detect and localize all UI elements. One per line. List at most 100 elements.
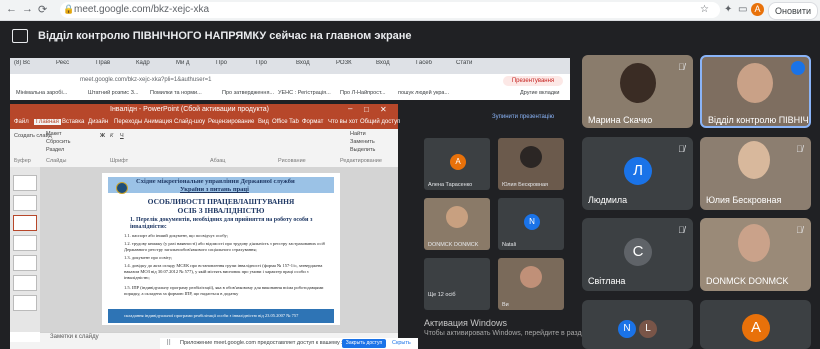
slide-text-line: 1.3. документ про освіту; <box>124 255 173 260</box>
participant-name: DONMCK DONMCK <box>706 276 789 286</box>
shared-tab: Ми д <box>176 60 190 66</box>
ppt-tab[interactable]: Формат <box>302 119 323 125</box>
ppt-tab[interactable]: Слайд-шоу <box>174 119 205 125</box>
star-icon[interactable]: ☆ <box>700 4 709 15</box>
hide-button[interactable]: Скрыть <box>392 340 411 346</box>
slide-thumbnail[interactable] <box>13 195 37 211</box>
slide-thumbnail-active[interactable] <box>13 215 37 231</box>
update-button[interactable]: Оновити <box>768 2 818 20</box>
shared-tile: Юлия Бескровная <box>498 138 564 190</box>
shared-presenting-badge: Презентування <box>503 76 563 86</box>
shared-tile: А Алена Тарасенко <box>424 138 490 190</box>
underline-icon[interactable]: Ч <box>120 133 124 139</box>
slide-title-line1: ОСОБЛИВОСТІ ПРАЦЕВЛАШТУВАННЯ <box>147 197 295 206</box>
font-group: Шрифт <box>110 158 129 164</box>
sharing-notice: Приложение meet.google.com предоставляет… <box>180 340 360 346</box>
ppt-share[interactable]: Общий доступ <box>360 119 400 125</box>
mic-off-icon: 🎙̸ <box>678 225 685 235</box>
drawing-group: Рисование <box>278 158 306 164</box>
participant-video <box>620 63 656 103</box>
participant-tile[interactable]: Юлия Бескровная 🎙̸ <box>700 137 811 210</box>
slide-text-line: 1.4. довідку до акта огляду МСЕК про вст… <box>124 263 323 280</box>
shared-tile-name: Алена Тарасенко <box>428 182 473 188</box>
participant-name: Марина Скачко <box>588 115 653 125</box>
participant-tile[interactable]: DONMCK DONMCK 🎙̸ <box>700 218 811 291</box>
participant-video <box>738 141 770 179</box>
powerpoint-window: Інвалідн - PowerPoint (Сбой активации пр… <box>10 104 400 349</box>
shared-tab: Про <box>216 60 227 66</box>
ppt-tell-me[interactable]: Что вы хотите сделать? <box>328 119 358 125</box>
slide-text-line: 1.1. паспорт або інший документ, що посв… <box>124 233 228 238</box>
ppt-tab[interactable]: Вид <box>258 119 269 125</box>
bookmark: Про затвердження... <box>222 90 275 96</box>
forward-icon[interactable]: → <box>22 3 33 15</box>
shared-tile: Ви <box>498 258 564 310</box>
ppt-tab[interactable]: Файл <box>14 119 29 125</box>
shared-tab: Реєс <box>56 60 70 66</box>
address-bar[interactable]: 🔒 meet.google.com/bkz-xejc-xka <box>60 2 720 18</box>
shared-tile-name: DONMCK DONMCK <box>428 242 479 248</box>
shared-stop-presenting: Зупинити презентацію <box>492 114 555 120</box>
ppt-tab[interactable]: Рецензирование <box>208 119 254 125</box>
participant-tile[interactable]: Л Людмила 🎙̸ <box>582 137 693 210</box>
participant-tile[interactable]: С Світлана 🎙̸ <box>582 218 693 291</box>
shared-tile: DONMCK DONMCK <box>424 198 490 250</box>
ppt-tab[interactable]: Вставка <box>62 119 84 125</box>
bookmark: УЕНС : Регістрація... <box>278 90 331 96</box>
ppt-tab[interactable]: Переходы <box>114 119 142 125</box>
bold-icon[interactable]: Ж <box>100 133 105 139</box>
minimize-icon[interactable]: – <box>348 104 352 113</box>
slide-thumbnail[interactable] <box>13 275 37 291</box>
shared-url: meet.google.com/bkz-xejc-xka?pli=1&authu… <box>80 77 212 83</box>
stop-sharing-button[interactable]: Закрыть доступ <box>342 339 386 348</box>
italic-icon[interactable]: К <box>110 133 113 139</box>
extensions-icon[interactable]: ✦ <box>724 4 732 15</box>
slide-thumbnail[interactable] <box>13 235 37 251</box>
replace-button[interactable]: Заменить <box>350 139 375 145</box>
slide-thumbnail[interactable] <box>13 295 37 311</box>
select-button[interactable]: Выделить <box>350 147 375 153</box>
maximize-icon[interactable]: □ <box>364 105 369 114</box>
participant-tile[interactable]: Марина Скачко 🎙̸ <box>582 55 693 128</box>
layout-button[interactable]: Макет <box>46 131 62 137</box>
shared-browser-tabs: (8) Вс Реєс Прав Кадр Ми д Про Про Вход … <box>10 58 570 74</box>
slides-group: Слайды <box>46 158 67 164</box>
ppt-tab[interactable]: Office Tab <box>272 119 299 125</box>
sidebar-icon[interactable]: ▭ <box>738 4 747 15</box>
slide-text-line: 1.5. ІПР (індивідуальну програму реабілі… <box>124 285 324 296</box>
bookmark: Другие вкладки <box>520 90 560 96</box>
participant-avatar: С <box>624 238 652 266</box>
participant-tile[interactable]: А <box>700 300 811 349</box>
ppt-tab[interactable]: Дизайн <box>88 119 108 125</box>
ppt-ribbon-tabs: Файл Главная Вставка Дизайн Переходы Ани… <box>10 118 400 129</box>
close-icon[interactable]: ✕ <box>380 105 387 114</box>
mic-off-icon: 🎙̸ <box>796 144 803 154</box>
find-button[interactable]: Найти <box>350 131 366 137</box>
url-text: meet.google.com/bkz-xejc-xka <box>74 4 210 15</box>
participant-tile-group[interactable]: N L <box>582 300 693 349</box>
participant-tile-active[interactable]: Відділ контролю ПІВНІЧ... <box>700 55 811 128</box>
bookmark: Про Л-Найпрост... <box>340 90 386 96</box>
ppt-tab-active[interactable]: Главная <box>34 119 61 125</box>
slide-thumbnail[interactable] <box>13 255 37 271</box>
slide-text-line: складання індивідуальної програми реабіл… <box>124 313 299 318</box>
drag-handle-icon[interactable]: ⠿ <box>166 339 171 347</box>
reload-icon[interactable]: ⟳ <box>38 3 47 16</box>
section-button[interactable]: Раздел <box>46 147 64 153</box>
slide-thumbnail[interactable] <box>13 175 37 191</box>
slide[interactable]: Східне міжрегіональне управління Державн… <box>102 173 340 325</box>
reset-button[interactable]: Сбросить <box>46 139 70 145</box>
speaking-indicator-icon <box>791 61 805 75</box>
editing-group: Редактирование <box>340 158 382 164</box>
shared-tab: (8) Вс <box>14 60 31 66</box>
presenting-notice: Відділ контролю ПІВНІЧНОГО НАПРЯМКУ сейч… <box>38 30 412 42</box>
ppt-tab[interactable]: Анимация <box>144 119 172 125</box>
profile-avatar[interactable]: А <box>751 3 764 16</box>
participant-avatar: А <box>742 314 770 342</box>
bookmark: Мінімальна заробі... <box>16 90 68 96</box>
back-icon[interactable]: ← <box>6 3 17 15</box>
ppt-title: Інвалідн - PowerPoint (Сбой активации пр… <box>110 106 269 113</box>
shared-avatar: N <box>524 214 540 230</box>
participant-name: Юлия Бескровная <box>706 195 782 205</box>
mic-off-icon: 🎙̸ <box>678 144 685 154</box>
